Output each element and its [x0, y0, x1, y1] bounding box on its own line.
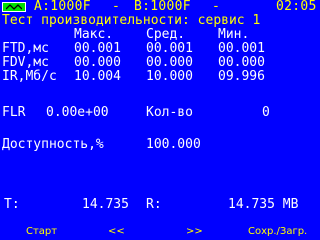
header-min: Мин.: [218, 27, 250, 42]
row-label-fdv: FDV,мс: [2, 55, 49, 70]
softkey-bar: Старт << >> Сохр./Загр.: [0, 224, 320, 240]
ir-avg: 10.000: [146, 69, 193, 84]
prev-button[interactable]: <<: [108, 226, 125, 238]
fdv-min: 00.000: [218, 55, 265, 70]
ir-max: 10.004: [74, 69, 121, 84]
row-label-ftd: FTD,мс: [2, 41, 49, 56]
save-load-button[interactable]: Сохр./Загр.: [248, 226, 307, 238]
start-button[interactable]: Старт: [26, 226, 57, 238]
ftd-min: 00.001: [218, 41, 265, 56]
r-value: 14.735 MB: [228, 197, 299, 212]
flr-value: 0.00e+00: [46, 105, 109, 120]
fdv-avg: 00.000: [146, 55, 193, 70]
count-label: Кол-во: [146, 105, 193, 120]
results-panel: Макс. Сред. Мин. FTD,мс 00.001 00.001 00…: [0, 0, 320, 240]
fdv-max: 00.000: [74, 55, 121, 70]
header-avg: Сред.: [146, 27, 186, 42]
ftd-avg: 00.001: [146, 41, 193, 56]
r-label: R:: [146, 197, 162, 212]
t-label: T:: [4, 197, 20, 212]
next-button[interactable]: >>: [186, 226, 203, 238]
count-value: 0: [262, 105, 270, 120]
availability-value: 100.000: [146, 137, 201, 152]
availability-label: Доступность,%: [2, 137, 104, 152]
header-max: Макс.: [74, 27, 114, 42]
flr-label: FLR: [2, 105, 26, 120]
t-value: 14.735: [82, 197, 129, 212]
row-label-ir: IR,Мб/с: [2, 69, 57, 84]
ftd-max: 00.001: [74, 41, 121, 56]
ir-min: 09.996: [218, 69, 265, 84]
